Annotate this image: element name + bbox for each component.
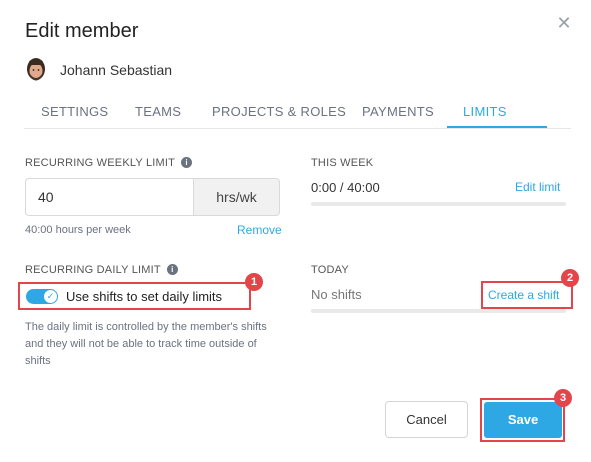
tab-projects-roles[interactable]: PROJECTS & ROLES xyxy=(212,104,346,119)
annotation-badge-2: 2 xyxy=(561,269,579,287)
member-name: Johann Sebastian xyxy=(60,62,173,78)
info-icon[interactable]: i xyxy=(166,263,178,275)
dialog-title: Edit member xyxy=(25,20,139,42)
this-week-label: THIS WEEK xyxy=(311,157,374,169)
tab-limits[interactable]: LIMITS xyxy=(463,104,507,119)
shifts-toggle-row: ✓ Use shifts to set daily limits xyxy=(18,282,251,310)
today-label: TODAY xyxy=(311,264,349,276)
today-value: No shifts xyxy=(311,287,362,302)
active-tab-indicator xyxy=(447,126,547,128)
tab-teams[interactable]: TEAMS xyxy=(135,104,181,119)
shifts-toggle[interactable]: ✓ xyxy=(26,289,58,304)
this-week-value: 0:00 / 40:00 xyxy=(311,180,380,195)
annotation-badge-3: 3 xyxy=(554,389,572,407)
today-progress-bar xyxy=(311,309,566,313)
edit-limit-link[interactable]: Edit limit xyxy=(515,180,560,194)
tab-settings[interactable]: SETTINGS xyxy=(41,104,108,119)
daily-limit-header: RECURRING DAILY LIMIT i xyxy=(25,263,178,276)
weekly-hours-input[interactable] xyxy=(25,178,193,216)
check-icon: ✓ xyxy=(44,290,57,303)
shifts-toggle-label: Use shifts to set daily limits xyxy=(66,289,223,304)
create-shift-link[interactable]: Create a shift xyxy=(488,288,559,302)
close-icon[interactable]: ✕ xyxy=(555,14,573,32)
weekly-limit-label: RECURRING WEEKLY LIMIT xyxy=(25,157,176,169)
tab-payments[interactable]: PAYMENTS xyxy=(362,104,434,119)
weekly-limit-header: RECURRING WEEKLY LIMIT i xyxy=(25,156,193,169)
avatar xyxy=(25,57,47,83)
info-icon[interactable]: i xyxy=(181,156,193,168)
weekly-helper-text: 40:00 hours per week xyxy=(25,224,131,236)
remove-weekly-limit-link[interactable]: Remove xyxy=(237,223,282,237)
annotation-badge-1: 1 xyxy=(245,273,263,291)
cancel-button[interactable]: Cancel xyxy=(385,401,468,438)
daily-limit-description: The daily limit is controlled by the mem… xyxy=(25,321,267,367)
this-week-progress-bar xyxy=(311,202,566,206)
weekly-unit-label: hrs/wk xyxy=(193,178,280,216)
daily-limit-label: RECURRING DAILY LIMIT xyxy=(25,264,161,276)
tab-bar: SETTINGS TEAMS PROJECTS & ROLES PAYMENTS… xyxy=(24,95,571,129)
save-button[interactable]: Save xyxy=(484,402,562,438)
